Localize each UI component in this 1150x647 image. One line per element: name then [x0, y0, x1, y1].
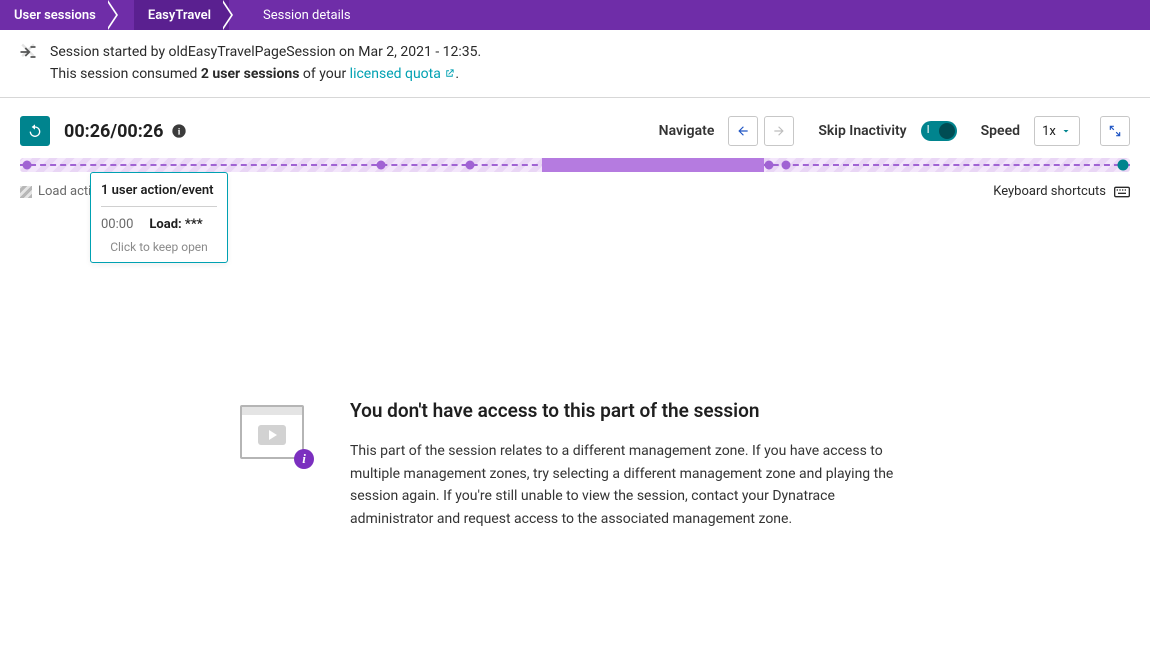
- breadcrumb-item-easytravel[interactable]: EasyTravel: [134, 0, 229, 30]
- playback-time: 00:26/00:26 i: [64, 121, 187, 142]
- session-start-line: Session started by oldEasyTravelPageSess…: [50, 42, 481, 64]
- session-consumption-line: This session consumed 2 user sessions of…: [50, 64, 481, 86]
- load-actions-legend: Load actio: [20, 184, 99, 199]
- timeline[interactable]: [0, 158, 1150, 172]
- replay-button[interactable]: [20, 116, 50, 146]
- info-icon[interactable]: i: [171, 123, 187, 139]
- text: of your: [299, 66, 349, 82]
- text: .: [478, 44, 482, 60]
- play-icon: [258, 425, 286, 445]
- tooltip-keep-open-hint: Click to keep open: [101, 240, 217, 254]
- arrow-right-icon: [772, 124, 786, 138]
- text: This session consumed: [50, 66, 201, 82]
- info-badge-icon: i: [294, 449, 314, 469]
- speed-label: Speed: [981, 123, 1020, 139]
- time-current: 00:26: [64, 121, 110, 142]
- no-access-heading: You don't have access to this part of th…: [350, 399, 910, 422]
- nav-next-button[interactable]: [764, 116, 794, 146]
- licensed-quota-link[interactable]: licensed quota: [350, 66, 456, 82]
- breadcrumb-item-session-details[interactable]: Session details: [249, 0, 369, 30]
- breadcrumb-item-user-sessions[interactable]: User sessions: [0, 0, 114, 30]
- arrow-left-icon: [736, 124, 750, 138]
- tooltip-timestamp: 00:00: [101, 217, 133, 232]
- session-user: oldEasyTravelPageSession: [169, 44, 336, 60]
- session-datetime: Mar 2, 2021 - 12:35: [358, 44, 477, 60]
- svg-text:i: i: [178, 128, 181, 138]
- navigate-label: Navigate: [659, 123, 715, 139]
- tooltip-event-label: Load: ***: [149, 217, 202, 232]
- tooltip-title: 1 user action/event: [101, 183, 217, 207]
- keyboard-shortcuts-link[interactable]: Keyboard shortcuts: [993, 184, 1130, 199]
- fullscreen-button[interactable]: [1100, 116, 1130, 146]
- text: Session started by: [50, 44, 169, 60]
- breadcrumb-separator: [114, 0, 134, 30]
- text: .: [455, 66, 459, 82]
- skip-inactivity-label: Skip Inactivity: [818, 123, 906, 139]
- no-access-body: This part of the session relates to a di…: [350, 440, 910, 530]
- time-total: 00:26: [117, 121, 163, 142]
- speed-select[interactable]: 1x: [1034, 116, 1080, 146]
- breadcrumb-label: EasyTravel: [148, 8, 211, 23]
- nav-prev-button[interactable]: [728, 116, 758, 146]
- breadcrumb-separator: [229, 0, 249, 30]
- keyboard-shortcuts-label: Keyboard shortcuts: [993, 184, 1106, 199]
- player-controls: 00:26/00:26 i Navigate Skip Inactivity S…: [0, 98, 1150, 158]
- expand-icon: [1108, 124, 1122, 138]
- keyboard-icon: [1114, 186, 1130, 198]
- timeline-tooltip[interactable]: 1 user action/event 00:00 Load: *** Clic…: [90, 172, 228, 263]
- speed-value: 1x: [1042, 124, 1056, 139]
- breadcrumb-label: Session details: [263, 8, 351, 23]
- replay-icon: [27, 123, 43, 139]
- breadcrumb: User sessions EasyTravel Session details: [0, 0, 1150, 30]
- no-access-illustration: i: [240, 405, 304, 459]
- session-icon: [18, 42, 38, 62]
- external-link-icon: [444, 68, 455, 79]
- chevron-down-icon: [1060, 125, 1072, 137]
- session-info-bar: Session started by oldEasyTravelPageSess…: [0, 30, 1150, 98]
- text: on: [336, 44, 359, 60]
- breadcrumb-label: User sessions: [14, 8, 96, 23]
- skip-inactivity-toggle[interactable]: [921, 121, 957, 141]
- user-sessions-count: 2 user sessions: [201, 66, 300, 82]
- link-label: licensed quota: [350, 66, 441, 82]
- hatched-swatch-icon: [20, 186, 32, 198]
